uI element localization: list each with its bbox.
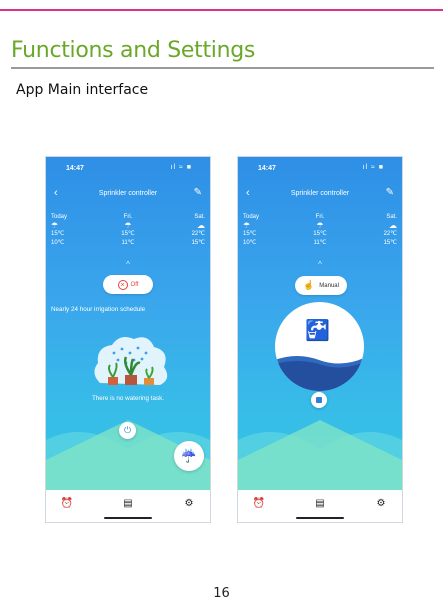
nav-title: Sprinkler controller (290, 190, 350, 197)
weather-day: Fri. (315, 214, 325, 220)
section-title: Functions and Settings (11, 38, 256, 63)
cloudy-icon: ☁ (389, 220, 397, 230)
gear-icon[interactable]: ⚙ (374, 497, 388, 511)
weather-high: 15℃ (51, 231, 65, 237)
weather-low: 15℃ (383, 239, 397, 246)
page-number: 16 (213, 586, 230, 601)
cloudy-icon: ☁ (197, 220, 205, 230)
weather-high: 22℃ (383, 231, 397, 237)
stop-icon (316, 397, 322, 403)
weather-low: 10℃ (51, 239, 65, 246)
mode-toggle-manual[interactable]: ☝ Manual (295, 276, 347, 295)
weather-low: 11℃ (121, 239, 135, 246)
mode-label: Off (130, 281, 139, 288)
weather-today: Today ☂ 15℃ 10℃ (51, 213, 91, 247)
weather-low: 11℃ (313, 239, 327, 246)
header-rule (0, 9, 443, 11)
hand-pointer-icon: ☝ (303, 280, 315, 290)
weather-sat: Sat. ☁ 22℃ 15℃ (165, 213, 205, 247)
home-indicator (296, 517, 344, 519)
weather-fri: Fri. ☂ 15℃ 11℃ (108, 213, 148, 247)
no-task-message: There is no watering task. (91, 395, 165, 402)
status-bar: 14:47 ıl ≈ ■ (238, 163, 402, 177)
hills-background (238, 420, 402, 490)
weather-sat: Sat. ☁ 22℃ 15℃ (357, 213, 397, 247)
mode-toggle-off[interactable]: × Off (103, 275, 153, 294)
status-bar: 14:47 ıl ≈ ■ (46, 163, 210, 177)
water-level-globe: 🚰 (275, 302, 364, 391)
home-indicator (104, 517, 152, 519)
power-button[interactable]: ⏻ (119, 422, 136, 439)
nav-title: Sprinkler controller (98, 190, 158, 197)
document-icon[interactable]: ▤ (121, 497, 135, 511)
title-divider (11, 67, 434, 69)
status-time: 14:47 (66, 165, 84, 172)
weather-high: 22℃ (191, 231, 205, 237)
nav-bar: ‹ Sprinkler controller ✎ (46, 187, 210, 203)
weather-day: Today (243, 214, 260, 220)
edit-icon[interactable]: ✎ (194, 187, 202, 198)
nav-bar: ‹ Sprinkler controller ✎ (238, 187, 402, 203)
edit-icon[interactable]: ✎ (386, 187, 394, 198)
weather-high: 15℃ (243, 231, 257, 237)
status-time: 14:47 (258, 165, 276, 172)
subtitle: App Main interface (16, 82, 149, 98)
power-icon: ⏻ (123, 425, 132, 435)
phone-screenshot-manual-mode: 14:47 ıl ≈ ■ ‹ Sprinkler controller ✎ To… (237, 156, 403, 523)
weather-day: Fri. (123, 214, 133, 220)
weather-fri: Fri. ☂ 15℃ 11℃ (300, 213, 340, 247)
faucet-icon: 🚰 (305, 320, 330, 342)
weather-day: Today (51, 214, 68, 220)
weather-today: Today ☂ 15℃ 10℃ (243, 213, 283, 247)
watering-can-button[interactable]: ☔ (174, 441, 204, 471)
weather-day: Sat. (194, 214, 205, 220)
watering-can-icon: ☔ (180, 448, 198, 463)
off-icon: × (117, 279, 128, 290)
alarm-clock-icon[interactable]: ⏰ (252, 497, 266, 511)
schedule-heading: Nearly 24 hour irrigation schedule (51, 306, 146, 313)
weather-high: 15℃ (313, 231, 327, 237)
status-icons: ıl ≈ ■ (362, 164, 384, 171)
chevron-up-icon[interactable]: ^ (238, 260, 402, 269)
tab-bar: ⏰ ▤ ⚙ (238, 490, 402, 522)
status-icons: ıl ≈ ■ (170, 164, 192, 171)
mode-label: Manual (319, 282, 339, 289)
tab-bar: ⏰ ▤ ⚙ (46, 490, 210, 522)
gear-icon[interactable]: ⚙ (182, 497, 196, 511)
weather-low: 15℃ (191, 239, 205, 246)
document-icon[interactable]: ▤ (313, 497, 327, 511)
empty-schedule-illustration (90, 333, 170, 391)
cloud-rain-icon: ☂ (51, 220, 59, 230)
alarm-clock-icon[interactable]: ⏰ (60, 497, 74, 511)
stop-button[interactable] (311, 392, 327, 408)
cloud-rain-icon: ☂ (124, 220, 132, 230)
weather-day: Sat. (386, 214, 397, 220)
weather-low: 10℃ (243, 239, 257, 246)
chevron-up-icon[interactable]: ^ (46, 260, 210, 269)
cloud-rain-icon: ☂ (243, 220, 251, 230)
weather-high: 15℃ (121, 231, 135, 237)
phone-screenshot-off-mode: 14:47 ıl ≈ ■ ‹ Sprinkler controller ✎ To… (45, 156, 211, 523)
cloud-rain-icon: ☂ (316, 220, 324, 230)
